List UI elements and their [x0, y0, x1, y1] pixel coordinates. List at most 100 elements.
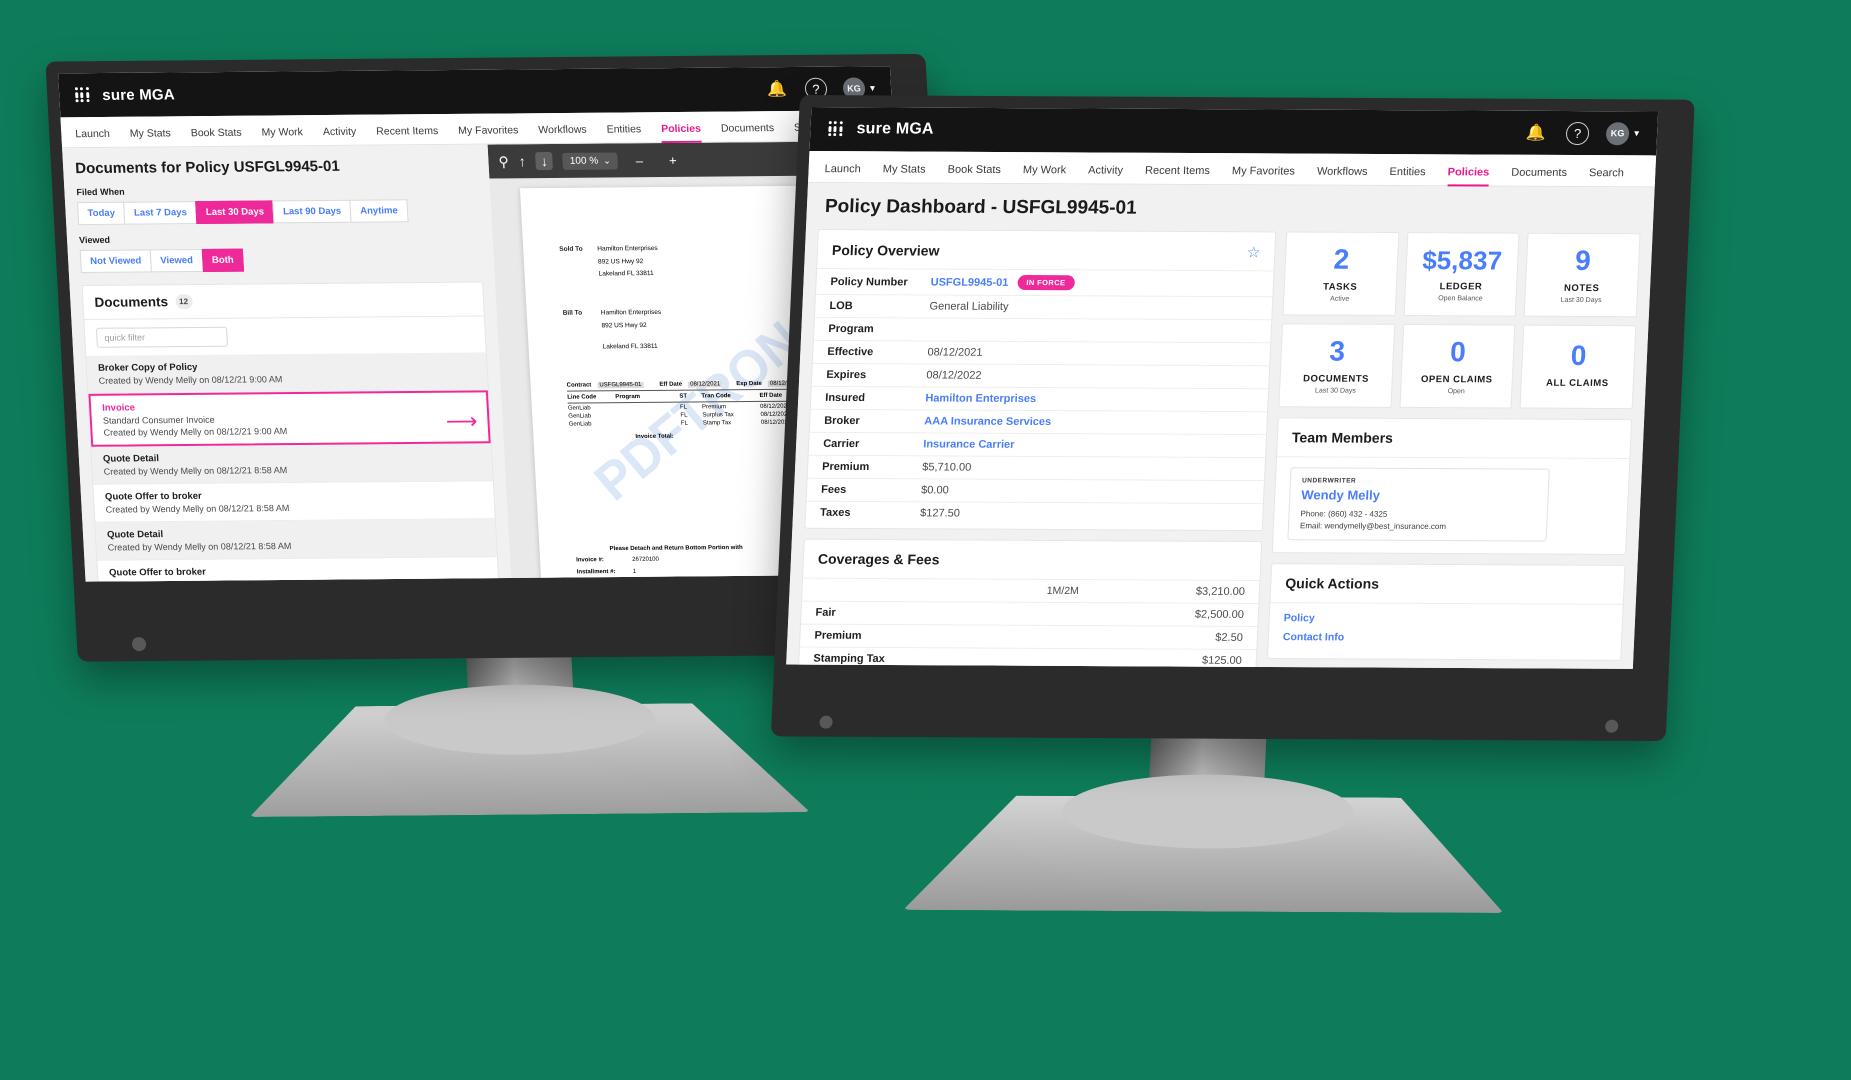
row-value[interactable]: Hamilton Enterprises: [925, 392, 1036, 405]
nav-item-search[interactable]: Search: [1588, 167, 1624, 186]
team-member-card[interactable]: UNDERWRITER Wendy Melly Phone: (860) 432…: [1287, 467, 1550, 542]
nav-item-policies[interactable]: Policies: [661, 123, 702, 142]
documents-list: Broker Copy of Policy Created by Wendy M…: [86, 352, 499, 582]
table-row: Premium $5,710.00: [807, 454, 1266, 481]
quick-actions-header: Quick Actions: [1270, 564, 1625, 605]
nav-item-activity[interactable]: Activity: [1088, 164, 1123, 183]
nav-item-book-stats[interactable]: Book Stats: [947, 164, 1001, 183]
avatar-caret-icon[interactable]: ▾: [870, 83, 876, 94]
filter-anytime[interactable]: Anytime: [349, 199, 409, 223]
nav-item-documents[interactable]: Documents: [721, 122, 775, 141]
bill-to-block: Bill To Hamilton Enterprises 892 US Hwy …: [562, 307, 663, 354]
quick-action-contact-info[interactable]: Contact Info: [1283, 631, 1608, 645]
nav-item-launch[interactable]: Launch: [75, 128, 111, 147]
nav-item-my-work[interactable]: My Work: [261, 126, 303, 145]
list-item[interactable]: Quote Detail Created by Wendy Melly on 0…: [95, 519, 497, 561]
list-item[interactable]: Broker Copy of Policy Created by Wendy M…: [86, 352, 488, 394]
nav-item-my-favorites[interactable]: My Favorites: [458, 124, 519, 143]
zoom-out-button[interactable]: –: [627, 151, 651, 170]
row-key: Premium: [821, 460, 870, 474]
kpi-value: 0: [1449, 335, 1467, 367]
nav-item-recent-items[interactable]: Recent Items: [376, 125, 439, 145]
quick-filter-input[interactable]: quick filter: [95, 326, 229, 348]
row-value[interactable]: AAA Insurance Services: [924, 415, 1051, 428]
kpi-label: ALL CLAIMS: [1545, 377, 1609, 390]
nav-item-workflows[interactable]: Workflows: [538, 124, 587, 143]
nav-item-book-stats[interactable]: Book Stats: [190, 127, 242, 146]
download-icon[interactable]: ↓: [535, 152, 554, 171]
policy-overview-title: Policy Overview: [831, 242, 940, 259]
filter-last-30-days[interactable]: Last 30 Days: [195, 200, 275, 225]
filter-last-90-days[interactable]: Last 90 Days: [272, 199, 352, 224]
nav-item-entities[interactable]: Entities: [606, 123, 641, 142]
nav-item-policies[interactable]: Policies: [1447, 166, 1489, 185]
list-item-selected[interactable]: Invoice Standard Consumer Invoice Create…: [88, 390, 491, 447]
page-up-icon[interactable]: ↑: [518, 153, 526, 169]
kpi-sublabel: Last 30 Days: [1314, 386, 1357, 395]
row-value[interactable]: USFGL9945-01: [930, 276, 1008, 288]
nav-item-documents[interactable]: Documents: [1511, 167, 1567, 186]
right-nav-bar: Launch My Stats Book Stats My Work Activ…: [808, 151, 1657, 188]
search-icon[interactable]: ⚲: [498, 153, 509, 170]
filter-both[interactable]: Both: [201, 248, 245, 272]
filter-not-viewed[interactable]: Not Viewed: [79, 249, 152, 274]
kpi-tile-ledger[interactable]: $5,837 LEDGER Open Balance: [1403, 232, 1520, 317]
filed-when-segmented: Today Last 7 Days Last 30 Days Last 90 D…: [77, 199, 480, 226]
nav-item-launch[interactable]: Launch: [824, 163, 861, 182]
right-monitor: sure MGA 🔔 ? KG ▾ Launch My Stats Book S…: [762, 95, 1831, 940]
avatar-caret-icon[interactable]: ▾: [1634, 128, 1640, 139]
row-value[interactable]: Insurance Carrier: [923, 438, 1015, 450]
col-st: ST: [679, 393, 688, 400]
kpi-tile-open-claims[interactable]: 0 OPEN CLAIMS Open: [1399, 323, 1516, 409]
nav-item-recent-items[interactable]: Recent Items: [1144, 165, 1210, 184]
row-key: Expires: [826, 368, 867, 382]
nav-item-my-favorites[interactable]: My Favorites: [1231, 165, 1296, 184]
kpi-value: 2: [1332, 243, 1350, 275]
kpi-tile-tasks[interactable]: 2 TASKS Active: [1282, 231, 1400, 316]
coverages-header: Coverages & Fees: [803, 540, 1261, 580]
quick-filter-placeholder: quick filter: [104, 332, 146, 343]
cell-line-code: GenLiab: [568, 421, 592, 428]
notification-bell-icon[interactable]: 🔔: [1526, 123, 1547, 143]
nav-item-my-work[interactable]: My Work: [1022, 164, 1067, 183]
detach-note: Please Detach and Return Bottom Portion …: [609, 544, 743, 553]
filter-today[interactable]: Today: [77, 201, 126, 226]
policy-overview-rows: Policy Number USFGL9945-01 IN FORCE LOB …: [805, 267, 1274, 531]
nav-item-my-stats[interactable]: My Stats: [882, 163, 926, 182]
avatar[interactable]: KG: [1605, 121, 1630, 145]
installment-label: Installment #:: [576, 569, 616, 576]
zoom-in-button[interactable]: +: [661, 150, 686, 169]
nav-item-activity[interactable]: Activity: [323, 126, 357, 145]
kpi-tile-all-claims[interactable]: 0 ALL CLAIMS: [1519, 324, 1637, 410]
coverage-name: Fair: [815, 606, 837, 619]
notification-bell-icon[interactable]: 🔔: [766, 79, 788, 99]
help-circle-icon[interactable]: ?: [1565, 121, 1590, 145]
filter-viewed[interactable]: Viewed: [149, 248, 204, 273]
nav-item-workflows[interactable]: Workflows: [1316, 166, 1368, 185]
row-key: Effective: [827, 345, 874, 359]
kpi-label: NOTES: [1563, 282, 1600, 294]
star-outline-icon[interactable]: ☆: [1246, 243, 1260, 261]
table-row: Policy Number USFGL9945-01 IN FORCE: [815, 267, 1274, 297]
col-program: Program: [615, 394, 641, 401]
list-item[interactable]: Quote Offer to broker Created by Wendy M…: [97, 557, 499, 582]
row-value: $0.00: [920, 484, 950, 497]
document-meta: Created by Wendy Melly on 08/12/21 8:58 …: [107, 540, 292, 553]
row-key: LOB: [829, 299, 853, 313]
kpi-value: 0: [1570, 339, 1588, 371]
member-name[interactable]: Wendy Melly: [1301, 487, 1537, 503]
quick-action-policy[interactable]: Policy: [1283, 612, 1608, 626]
zoom-level-select[interactable]: 100 % ⌄: [562, 151, 619, 170]
nav-item-entities[interactable]: Entities: [1389, 166, 1426, 185]
kpi-tile-documents[interactable]: 3 DOCUMENTS Last 30 Days: [1278, 323, 1395, 408]
nav-item-my-stats[interactable]: My Stats: [130, 127, 172, 146]
table-row: Effective 08/12/2021: [812, 339, 1271, 366]
list-item[interactable]: Quote Offer to broker Created by Wendy M…: [93, 481, 495, 523]
filter-last-7-days[interactable]: Last 7 Days: [123, 201, 198, 225]
document-title: Invoice: [101, 402, 136, 414]
kpi-tile-notes[interactable]: 9 NOTES Last 30 Days: [1524, 232, 1641, 318]
row-key: Program: [828, 322, 874, 336]
open-document-arrow-icon[interactable]: ⟶: [445, 408, 478, 434]
member-email: Email: wendymelly@best_insurance.com: [1299, 521, 1447, 532]
list-item[interactable]: Quote Detail Created by Wendy Melly on 0…: [91, 443, 493, 485]
